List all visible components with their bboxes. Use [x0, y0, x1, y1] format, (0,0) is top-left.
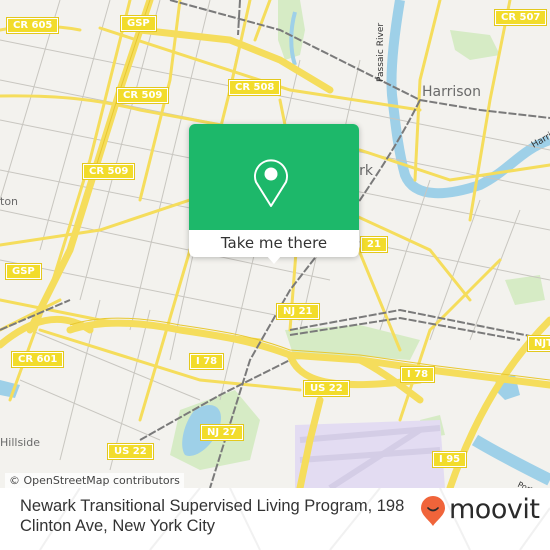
popup-header: [189, 124, 359, 230]
moovit-pin-icon: [421, 496, 445, 526]
map-pin-icon: [254, 159, 288, 207]
road-shield: NJ 21: [276, 303, 320, 320]
map-attribution[interactable]: © OpenStreetMap contributors: [5, 473, 184, 488]
road-shield: NJT: [527, 335, 550, 352]
road-shield: I 78: [399, 366, 436, 383]
take-me-there-popup[interactable]: Take me there: [189, 124, 359, 264]
road-shield: US 22: [303, 380, 350, 397]
location-title: Newark Transitional Supervised Living Pr…: [20, 497, 405, 535]
road-shield: US 22: [107, 443, 154, 460]
place-label-passaic-river: Passaic River: [376, 22, 386, 82]
moovit-wordmark: moovit: [449, 494, 540, 525]
popup-pointer: [266, 255, 282, 264]
road-shield: I 78: [188, 353, 225, 370]
place-label-partial: ton: [0, 195, 19, 208]
place-label-harrison: Harrison: [422, 84, 481, 100]
road-shield: I 95: [431, 451, 468, 468]
take-me-there-button[interactable]: Take me there: [189, 231, 359, 255]
road-shield: CR 509: [81, 163, 136, 180]
road-shield: CR 509: [115, 87, 170, 104]
place-label-hillside: Hillside: [0, 436, 40, 449]
moovit-logo[interactable]: moovit: [419, 492, 544, 532]
road-shield: GSP: [120, 15, 157, 32]
road-shield: 21: [360, 236, 388, 253]
road-shield: GSP: [5, 263, 42, 280]
road-shield: CR 507: [493, 9, 548, 26]
road-shield: CR 601: [10, 351, 65, 368]
road-shield: CR 605: [5, 17, 60, 34]
road-shield: NJ 27: [200, 424, 244, 441]
road-shield: CR 508: [227, 79, 282, 96]
